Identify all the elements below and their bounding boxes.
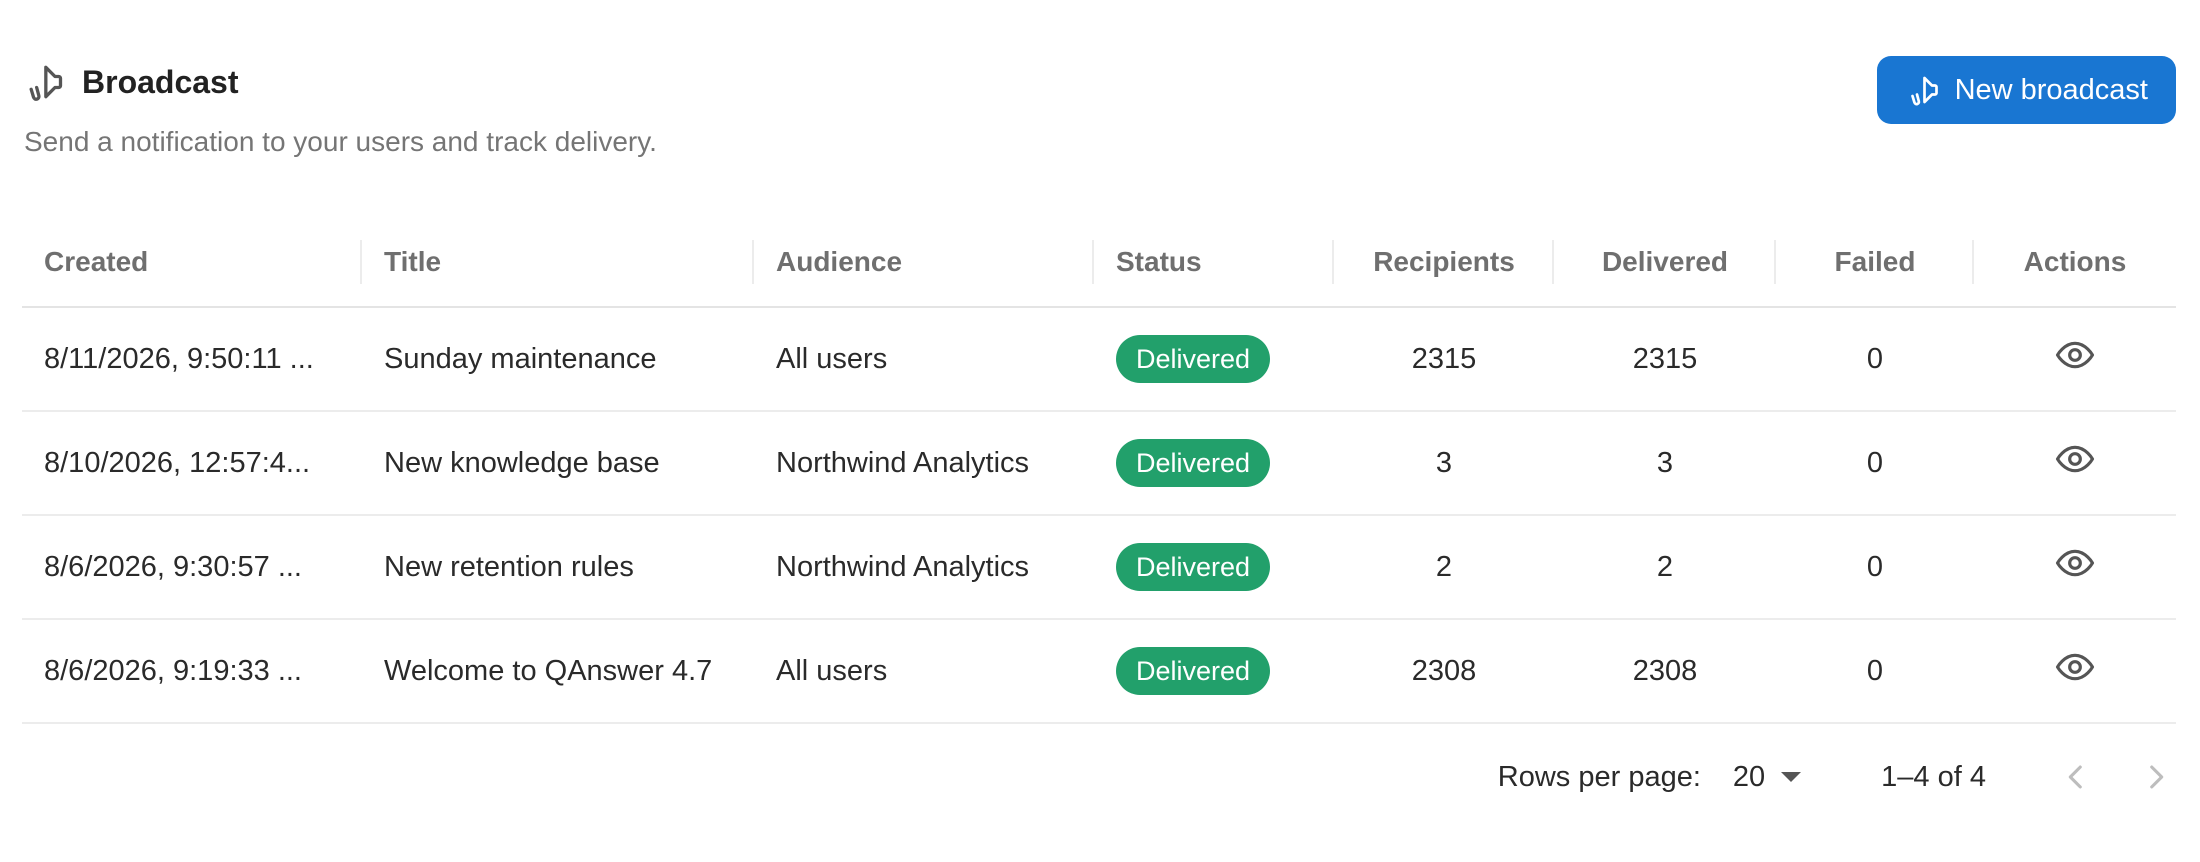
broadcast-page: Broadcast Send a notification to your us… [0,0,2200,862]
table-row[interactable]: 8/10/2026, 12:57:4... New knowledge base… [22,412,2176,516]
cell-failed: 0 [1866,342,1884,375]
page-subtitle: Send a notification to your users and tr… [24,126,657,157]
status-badge: Delivered [1116,439,1271,487]
chevron-left-icon[interactable] [2056,757,2096,797]
eye-icon[interactable] [2055,439,2095,479]
pagination-range: 1–4 of 4 [1881,760,1986,793]
column-header-failed[interactable]: Failed [1776,218,1974,306]
pagination: Rows per page: 20 1–4 of 4 [1498,752,2176,802]
cell-created: 8/11/2026, 9:50:11 ... [44,342,314,375]
cell-title: New knowledge base [384,446,660,479]
column-header-actions: Actions [2023,246,2127,277]
cell-delivered: 2308 [1632,654,1698,687]
cell-actions [1974,543,2176,591]
new-broadcast-label: New broadcast [1954,73,2148,106]
chevron-right-icon[interactable] [2136,757,2176,797]
cell-actions [1974,439,2176,487]
cell-delivered: 2 [1656,550,1674,583]
cell-audience: All users [776,342,888,375]
cell-status: Delivered [1094,647,1334,695]
cell-title: New retention rules [384,550,634,583]
page-title: Broadcast [82,63,239,100]
table-row[interactable]: 8/6/2026, 9:19:33 ... Welcome to QAnswer… [22,620,2176,724]
table-row[interactable]: 8/11/2026, 9:50:11 ... Sunday maintenanc… [22,308,2176,412]
cell-failed: 0 [1866,446,1884,479]
cell-recipients: 3 [1435,446,1453,479]
status-badge: Delivered [1116,647,1271,695]
cell-delivered: 2315 [1632,342,1698,375]
status-badge: Delivered [1116,543,1271,591]
broadcast-table: Created Title Audience Status Recipients… [22,218,2176,724]
title-row: Broadcast [22,60,239,104]
megaphone-icon [22,60,66,104]
cell-actions [1974,335,2176,383]
cell-audience: All users [776,654,888,687]
cell-title: Sunday maintenance [384,342,657,375]
eye-icon[interactable] [2055,335,2095,375]
cell-created: 8/6/2026, 9:19:33 ... [44,654,302,687]
cell-audience: Northwind Analytics [776,550,1030,583]
page-header: Broadcast Send a notification to your us… [22,56,2176,186]
column-header-delivered[interactable]: Delivered [1554,218,1776,306]
cell-failed: 0 [1866,550,1884,583]
megaphone-icon [1905,72,1941,108]
rows-per-page-select[interactable]: 20 [1732,760,1802,794]
column-header-recipients[interactable]: Recipients [1334,218,1554,306]
column-header-title[interactable]: Title [362,218,754,306]
cell-actions [1974,647,2176,695]
eye-icon[interactable] [2055,647,2095,687]
rows-per-page-value: 20 [1732,760,1766,793]
new-broadcast-button[interactable]: New broadcast [1876,56,2176,124]
cell-delivered: 3 [1656,446,1674,479]
cell-created: 8/6/2026, 9:30:57 ... [44,550,302,583]
column-header-audience[interactable]: Audience [754,218,1094,306]
cell-status: Delivered [1094,439,1334,487]
cell-created: 8/10/2026, 12:57:4... [44,446,311,479]
cell-failed: 0 [1866,654,1884,687]
eye-icon[interactable] [2055,543,2095,583]
cell-recipients: 2308 [1411,654,1477,687]
cell-recipients: 2315 [1411,342,1477,375]
cell-audience: Northwind Analytics [776,446,1030,479]
cell-status: Delivered [1094,543,1334,591]
cell-title: Welcome to QAnswer 4.7 [384,654,713,687]
cell-status: Delivered [1094,335,1334,383]
caret-down-icon [1781,772,1802,782]
table-row[interactable]: 8/6/2026, 9:30:57 ... New retention rule… [22,516,2176,620]
status-badge: Delivered [1116,335,1271,383]
rows-per-page-label: Rows per page: [1497,760,1701,793]
cell-recipients: 2 [1435,550,1453,583]
column-header-created[interactable]: Created [22,218,362,306]
table-header-row: Created Title Audience Status Recipients… [22,218,2176,308]
column-header-status[interactable]: Status [1094,218,1334,306]
